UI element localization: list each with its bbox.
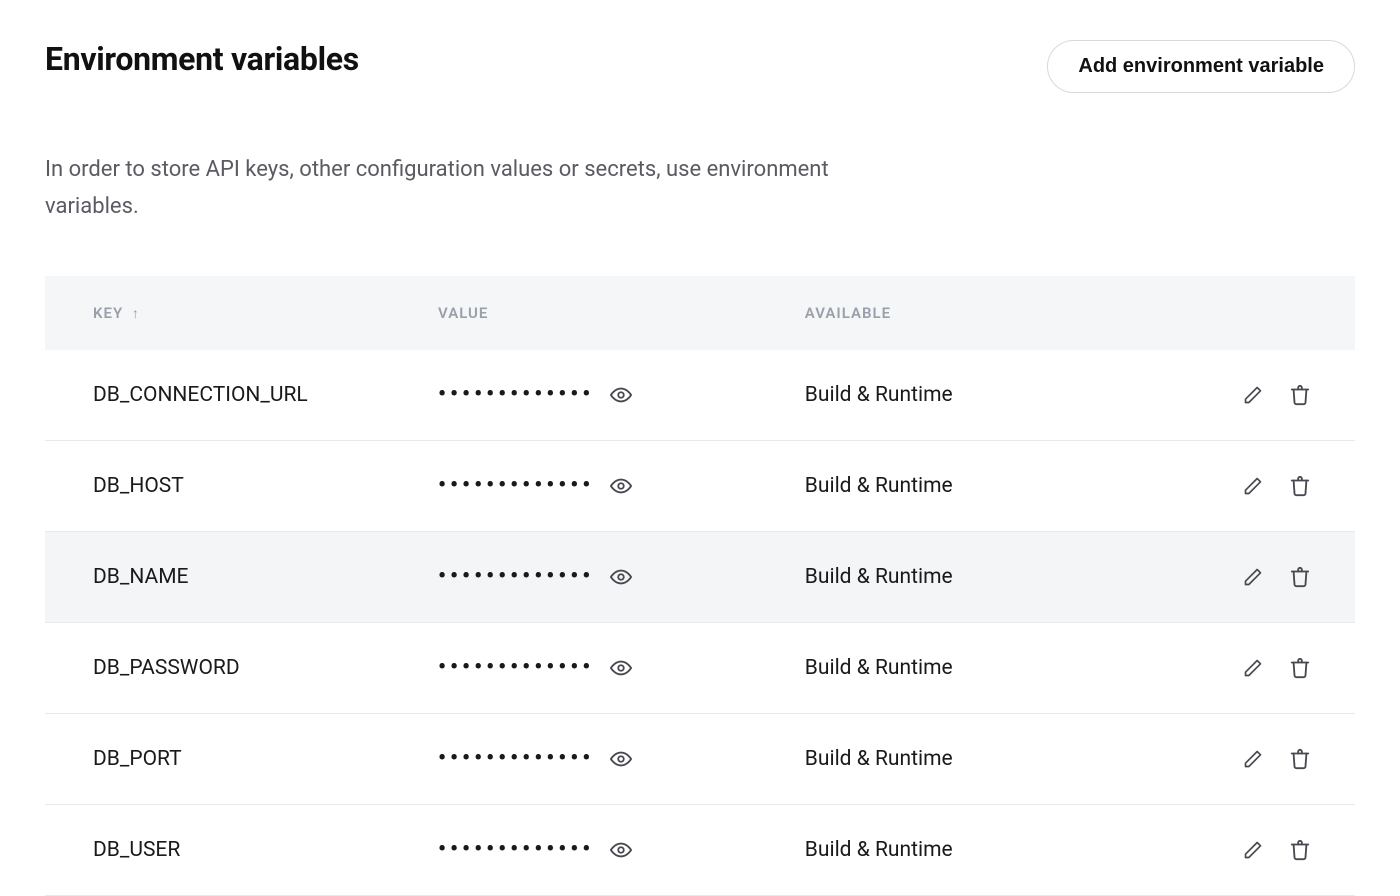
env-var-key: DB_USER bbox=[45, 804, 438, 895]
edit-button[interactable] bbox=[1239, 472, 1267, 500]
env-var-value-cell: ••••••••••••• bbox=[438, 350, 805, 441]
env-var-key: DB_PASSWORD bbox=[45, 622, 438, 713]
edit-button[interactable] bbox=[1239, 563, 1267, 591]
trash-icon bbox=[1289, 566, 1311, 588]
column-header-available-label: AVAILABLE bbox=[805, 304, 891, 322]
column-header-actions bbox=[1198, 276, 1355, 350]
env-var-value-cell: ••••••••••••• bbox=[438, 622, 805, 713]
sort-ascending-icon: ↑ bbox=[132, 306, 140, 322]
row-actions bbox=[1198, 350, 1355, 441]
page-title: Environment variables bbox=[45, 40, 359, 78]
pencil-icon bbox=[1243, 567, 1263, 587]
column-header-available[interactable]: AVAILABLE bbox=[805, 276, 1198, 350]
pencil-icon bbox=[1243, 658, 1263, 678]
masked-value: ••••••••••••• bbox=[438, 657, 594, 679]
eye-icon bbox=[610, 475, 632, 497]
page-description: In order to store API keys, other config… bbox=[45, 151, 865, 226]
pencil-icon bbox=[1243, 385, 1263, 405]
table-row: DB_PORT••••••••••••• Build & Runtime bbox=[45, 713, 1355, 804]
table-row: DB_PASSWORD••••••••••••• Build & Runtime bbox=[45, 622, 1355, 713]
masked-value: ••••••••••••• bbox=[438, 384, 594, 406]
reveal-value-button[interactable] bbox=[606, 471, 636, 501]
edit-button[interactable] bbox=[1239, 745, 1267, 773]
env-var-key: DB_NAME bbox=[45, 531, 438, 622]
row-actions bbox=[1198, 713, 1355, 804]
env-var-available: Build & Runtime bbox=[805, 350, 1198, 441]
env-var-value-cell: ••••••••••••• bbox=[438, 531, 805, 622]
env-var-value-cell: ••••••••••••• bbox=[438, 804, 805, 895]
reveal-value-button[interactable] bbox=[606, 653, 636, 683]
env-var-key: DB_PORT bbox=[45, 713, 438, 804]
table-header: KEY ↑ VALUE AVAILABLE bbox=[45, 276, 1355, 350]
column-header-value-label: VALUE bbox=[438, 304, 488, 322]
eye-icon bbox=[610, 384, 632, 406]
eye-icon bbox=[610, 839, 632, 861]
env-var-key: DB_CONNECTION_URL bbox=[45, 350, 438, 441]
env-var-key: DB_HOST bbox=[45, 440, 438, 531]
add-environment-variable-button[interactable]: Add environment variable bbox=[1047, 40, 1355, 93]
pencil-icon bbox=[1243, 476, 1263, 496]
delete-button[interactable] bbox=[1285, 471, 1315, 501]
edit-button[interactable] bbox=[1239, 381, 1267, 409]
table-row: DB_NAME••••••••••••• Build & Runtime bbox=[45, 531, 1355, 622]
trash-icon bbox=[1289, 839, 1311, 861]
delete-button[interactable] bbox=[1285, 744, 1315, 774]
env-var-available: Build & Runtime bbox=[805, 713, 1198, 804]
row-actions bbox=[1198, 622, 1355, 713]
masked-value: ••••••••••••• bbox=[438, 566, 594, 588]
table-row: DB_USER••••••••••••• Build & Runtime bbox=[45, 804, 1355, 895]
reveal-value-button[interactable] bbox=[606, 744, 636, 774]
delete-button[interactable] bbox=[1285, 562, 1315, 592]
env-var-available: Build & Runtime bbox=[805, 804, 1198, 895]
reveal-value-button[interactable] bbox=[606, 835, 636, 865]
env-var-value-cell: ••••••••••••• bbox=[438, 440, 805, 531]
delete-button[interactable] bbox=[1285, 653, 1315, 683]
reveal-value-button[interactable] bbox=[606, 380, 636, 410]
pencil-icon bbox=[1243, 749, 1263, 769]
row-actions bbox=[1198, 531, 1355, 622]
column-header-key-label: KEY bbox=[93, 304, 123, 322]
trash-icon bbox=[1289, 657, 1311, 679]
eye-icon bbox=[610, 566, 632, 588]
column-header-value[interactable]: VALUE bbox=[438, 276, 805, 350]
delete-button[interactable] bbox=[1285, 835, 1315, 865]
page-header: Environment variables Add environment va… bbox=[45, 40, 1355, 93]
eye-icon bbox=[610, 657, 632, 679]
trash-icon bbox=[1289, 475, 1311, 497]
delete-button[interactable] bbox=[1285, 380, 1315, 410]
table-row: DB_CONNECTION_URL••••••••••••• Build & R… bbox=[45, 350, 1355, 441]
trash-icon bbox=[1289, 384, 1311, 406]
masked-value: ••••••••••••• bbox=[438, 475, 594, 497]
eye-icon bbox=[610, 748, 632, 770]
env-var-value-cell: ••••••••••••• bbox=[438, 713, 805, 804]
env-var-available: Build & Runtime bbox=[805, 440, 1198, 531]
env-var-available: Build & Runtime bbox=[805, 622, 1198, 713]
reveal-value-button[interactable] bbox=[606, 562, 636, 592]
column-header-key[interactable]: KEY ↑ bbox=[45, 276, 438, 350]
masked-value: ••••••••••••• bbox=[438, 839, 594, 861]
env-variables-table: KEY ↑ VALUE AVAILABLE DB_CONNECTION_URL•… bbox=[45, 276, 1355, 896]
trash-icon bbox=[1289, 748, 1311, 770]
env-var-available: Build & Runtime bbox=[805, 531, 1198, 622]
row-actions bbox=[1198, 804, 1355, 895]
edit-button[interactable] bbox=[1239, 836, 1267, 864]
pencil-icon bbox=[1243, 840, 1263, 860]
masked-value: ••••••••••••• bbox=[438, 748, 594, 770]
row-actions bbox=[1198, 440, 1355, 531]
edit-button[interactable] bbox=[1239, 654, 1267, 682]
table-row: DB_HOST••••••••••••• Build & Runtime bbox=[45, 440, 1355, 531]
